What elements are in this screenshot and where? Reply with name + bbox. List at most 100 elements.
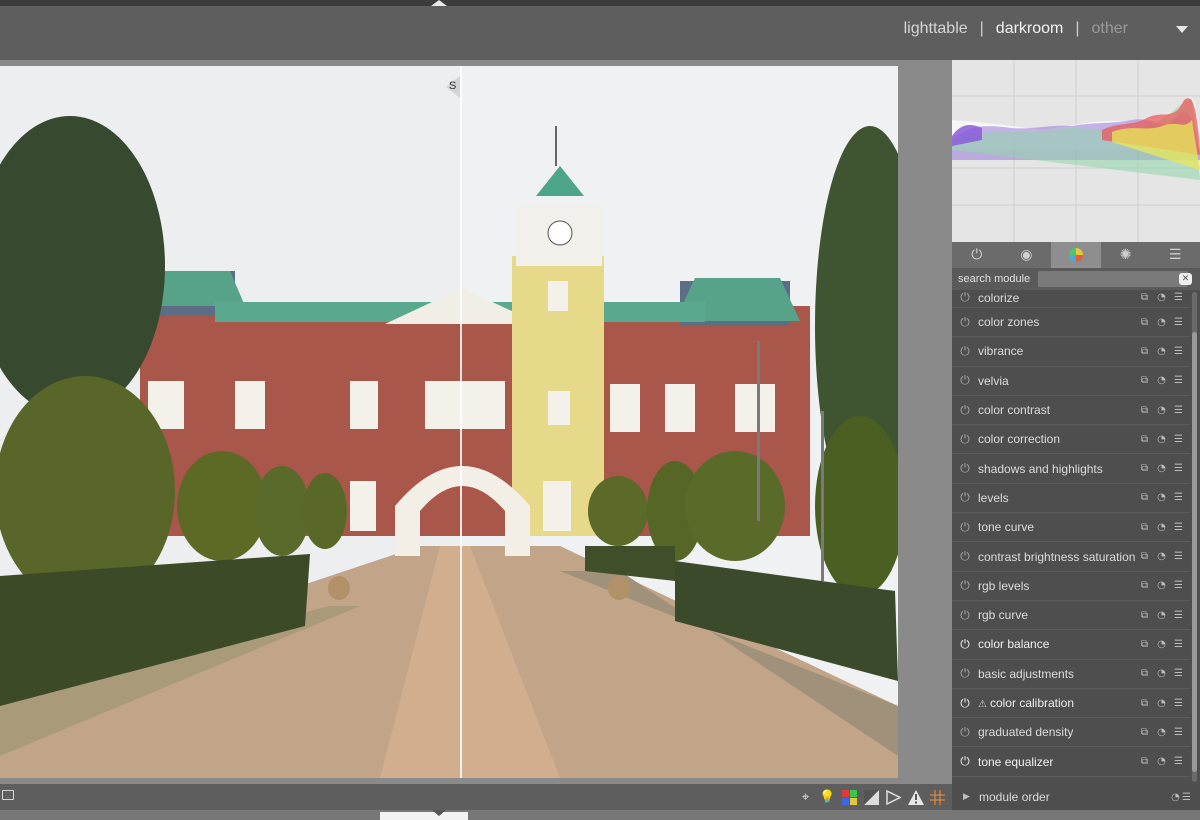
power-toggle-icon[interactable]: ⏻ [952, 290, 978, 305]
module-row[interactable]: ⏻ contrast brightness saturation ⧉ ◔ ☰ [952, 542, 1190, 572]
display-profile-icon[interactable] [2, 790, 14, 800]
power-toggle-icon[interactable]: ⏻ [952, 696, 978, 711]
image-area[interactable]: S [0, 60, 952, 784]
focus-peaking-icon[interactable]: ⌖ [797, 789, 814, 806]
presets-icon[interactable]: ☰ [1173, 522, 1184, 533]
reset-icon[interactable]: ◔ [1156, 375, 1167, 386]
reset-icon[interactable]: ◔ [1156, 756, 1167, 767]
multi-instance-icon[interactable]: ⧉ [1139, 551, 1150, 562]
presets-icon[interactable]: ☰ [1173, 727, 1184, 738]
reset-icon[interactable]: ◔ [1156, 522, 1167, 533]
multi-instance-icon[interactable]: ⧉ [1139, 639, 1150, 650]
reset-icon[interactable]: ◔ [1170, 792, 1181, 803]
multi-instance-icon[interactable]: ⧉ [1139, 610, 1150, 621]
module-row[interactable]: ⏻ color zones ⧉ ◔ ☰ [952, 308, 1190, 338]
module-row[interactable]: ⏻ color balance ⧉ ◔ ☰ [952, 630, 1190, 660]
multi-instance-icon[interactable]: ⧉ [1139, 375, 1150, 386]
multi-instance-icon[interactable]: ⧉ [1139, 463, 1150, 474]
module-row[interactable]: ⏻ basic adjustments ⧉ ◔ ☰ [952, 659, 1190, 689]
presets-icon[interactable]: ☰ [1173, 434, 1184, 445]
multi-instance-icon[interactable]: ⧉ [1139, 405, 1150, 416]
color-assessment-icon[interactable] [841, 789, 858, 806]
reset-icon[interactable]: ◔ [1156, 668, 1167, 679]
module-row[interactable]: ⏻ shadows and highlights ⧉ ◔ ☰ [952, 454, 1190, 484]
reset-icon[interactable]: ◔ [1156, 492, 1167, 503]
module-row[interactable]: ⏻ levels ⧉ ◔ ☰ [952, 483, 1190, 514]
reset-icon[interactable]: ◔ [1156, 639, 1167, 650]
reset-icon[interactable]: ◔ [1156, 698, 1167, 709]
module-row[interactable]: ⏻ vibrance ⧉ ◔ ☰ [952, 337, 1190, 367]
reset-icon[interactable]: ◔ [1156, 610, 1167, 621]
guides-icon[interactable] [929, 789, 946, 806]
power-toggle-icon[interactable]: ⏻ [952, 578, 978, 593]
module-list-scrollbar[interactable] [1192, 292, 1197, 782]
power-toggle-icon[interactable]: ⏻ [952, 461, 978, 476]
reset-icon[interactable]: ◔ [1156, 434, 1167, 445]
view-darkroom[interactable]: darkroom [986, 20, 1074, 38]
lightbulb-icon[interactable]: 💡 [819, 789, 836, 806]
presets-icon[interactable]: ☰ [1173, 292, 1184, 303]
module-row[interactable]: ⏻ colorize ⧉ ◔ ☰ [952, 290, 1190, 308]
multi-instance-icon[interactable]: ⧉ [1139, 580, 1150, 591]
group-active-modules-icon[interactable]: ⏻ [952, 242, 1002, 268]
reset-icon[interactable]: ◔ [1156, 580, 1167, 591]
presets-icon[interactable]: ☰ [1173, 580, 1184, 591]
multi-instance-icon[interactable]: ⧉ [1139, 727, 1150, 738]
reset-icon[interactable]: ◔ [1156, 346, 1167, 357]
multi-instance-icon[interactable]: ⧉ [1139, 756, 1150, 767]
presets-icon[interactable]: ☰ [1173, 405, 1184, 416]
group-base-icon[interactable]: ◉ [1002, 242, 1052, 268]
before-after-split-line[interactable] [460, 66, 462, 778]
module-row[interactable]: ⏻ tone equalizer ⧉ ◔ ☰ [952, 747, 1190, 777]
multi-instance-icon[interactable]: ⧉ [1139, 317, 1150, 328]
histogram[interactable] [952, 60, 1200, 242]
group-effects-icon[interactable]: ✺ [1101, 242, 1151, 268]
presets-icon[interactable]: ☰ [1173, 668, 1184, 679]
power-toggle-icon[interactable]: ⏻ [952, 754, 978, 769]
reset-icon[interactable]: ◔ [1156, 317, 1167, 328]
module-row[interactable]: ⏻ graduated density ⧉ ◔ ☰ [952, 718, 1190, 748]
module-row[interactable]: ⏻ ⚠ color calibration ⧉ ◔ ☰ [952, 688, 1190, 719]
power-toggle-icon[interactable]: ⏻ [952, 725, 978, 740]
overexposed-warning-icon[interactable] [907, 789, 924, 806]
presets-icon[interactable]: ☰ [1173, 492, 1184, 503]
reset-icon[interactable]: ◔ [1156, 463, 1167, 474]
multi-instance-icon[interactable]: ⧉ [1139, 522, 1150, 533]
power-toggle-icon[interactable]: ⏻ [952, 403, 978, 418]
power-toggle-icon[interactable]: ⏻ [952, 608, 978, 623]
module-row[interactable]: ⏻ velvia ⧉ ◔ ☰ [952, 366, 1190, 396]
multi-instance-icon[interactable]: ⧉ [1139, 434, 1150, 445]
module-order-row[interactable]: ▶ module order ◔ ☰ [952, 784, 1200, 810]
presets-icon[interactable]: ☰ [1173, 375, 1184, 386]
group-presets-menu-icon[interactable]: ☰ [1150, 242, 1200, 268]
reset-icon[interactable]: ◔ [1156, 727, 1167, 738]
view-lighttable[interactable]: lighttable [894, 20, 978, 38]
search-module-input[interactable] [1038, 271, 1188, 287]
presets-icon[interactable]: ☰ [1173, 698, 1184, 709]
presets-icon[interactable]: ☰ [1173, 463, 1184, 474]
power-toggle-icon[interactable]: ⏻ [952, 549, 978, 564]
reset-icon[interactable]: ◔ [1156, 292, 1167, 303]
power-toggle-icon[interactable]: ⏻ [952, 315, 978, 330]
filmstrip-handle[interactable] [380, 812, 468, 820]
multi-instance-icon[interactable]: ⧉ [1139, 346, 1150, 357]
multi-instance-icon[interactable]: ⧉ [1139, 698, 1150, 709]
presets-icon[interactable]: ☰ [1173, 551, 1184, 562]
presets-icon[interactable]: ☰ [1173, 756, 1184, 767]
power-toggle-icon[interactable]: ⏻ [952, 666, 978, 681]
clear-search-icon[interactable]: ✕ [1179, 273, 1192, 285]
expand-arrow-icon[interactable]: ▶ [963, 792, 979, 802]
scrollbar-thumb[interactable] [1192, 332, 1197, 772]
reset-icon[interactable]: ◔ [1156, 405, 1167, 416]
power-toggle-icon[interactable]: ⏻ [952, 432, 978, 447]
multi-instance-icon[interactable]: ⧉ [1139, 292, 1150, 303]
module-row[interactable]: ⏻ rgb curve ⧉ ◔ ☰ [952, 600, 1190, 631]
filmstrip-arrow-icon[interactable] [432, 810, 446, 816]
gamut-check-icon[interactable] [885, 789, 902, 806]
power-toggle-icon[interactable]: ⏻ [952, 344, 978, 359]
presets-icon[interactable]: ☰ [1181, 792, 1192, 803]
module-row[interactable]: ⏻ color contrast ⧉ ◔ ☰ [952, 395, 1190, 426]
views-dropdown-icon[interactable] [1176, 25, 1188, 33]
multi-instance-icon[interactable]: ⧉ [1139, 492, 1150, 503]
presets-icon[interactable]: ☰ [1173, 346, 1184, 357]
